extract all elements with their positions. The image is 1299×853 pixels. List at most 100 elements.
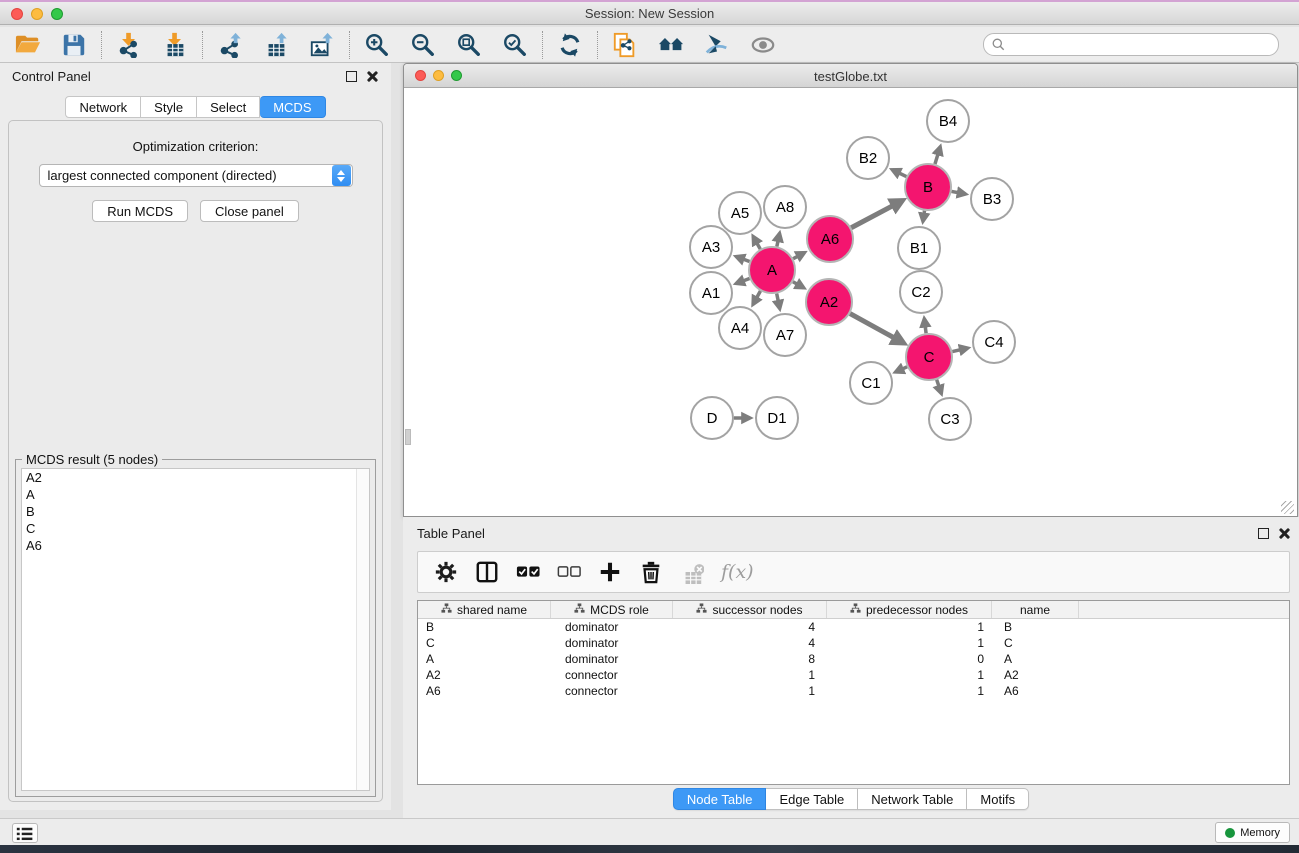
network-window-titlebar[interactable]: testGlobe.txt bbox=[404, 64, 1297, 88]
table-cell[interactable]: 1 bbox=[827, 636, 992, 650]
table-row[interactable]: Bdominator41B bbox=[418, 619, 1289, 635]
column-header-successor-nodes[interactable]: successor nodes bbox=[673, 601, 827, 618]
mcds-result-item[interactable]: A6 bbox=[22, 537, 369, 554]
add-column-icon[interactable] bbox=[598, 557, 622, 587]
delete-column-icon[interactable] bbox=[639, 557, 663, 587]
show-hide-icon[interactable] bbox=[745, 30, 781, 60]
graph-node-A8[interactable]: A8 bbox=[764, 186, 806, 228]
table-cell[interactable]: 1 bbox=[673, 684, 827, 698]
graph-node-A1[interactable]: A1 bbox=[690, 272, 732, 314]
graph-node-C4[interactable]: C4 bbox=[973, 321, 1015, 363]
task-history-button[interactable] bbox=[12, 823, 38, 843]
table-cell[interactable]: A bbox=[992, 652, 1079, 666]
table-cell[interactable]: dominator bbox=[551, 652, 673, 666]
graph-edge-A6-B[interactable] bbox=[851, 201, 902, 228]
search-input[interactable] bbox=[1010, 38, 1270, 52]
tab-network-table[interactable]: Network Table bbox=[858, 788, 967, 810]
toggle-graphics-details-icon[interactable] bbox=[699, 30, 735, 60]
optimization-criterion-select[interactable]: largest connected component (directed) bbox=[39, 164, 353, 187]
tab-style[interactable]: Style bbox=[141, 96, 197, 118]
zoom-out-icon[interactable] bbox=[405, 30, 441, 60]
table-cell[interactable]: connector bbox=[551, 668, 673, 682]
graph-edge-A-A2[interactable] bbox=[793, 282, 804, 288]
graph-node-B4[interactable]: B4 bbox=[927, 100, 969, 142]
tab-motifs[interactable]: Motifs bbox=[967, 788, 1029, 810]
graph-edge-A2-C[interactable] bbox=[850, 314, 904, 343]
graph-edge-C-C3[interactable] bbox=[937, 380, 942, 394]
tab-network[interactable]: Network bbox=[65, 96, 141, 118]
table-cell[interactable]: 1 bbox=[827, 620, 992, 634]
graph-edge-A-A7[interactable] bbox=[777, 294, 780, 309]
mcds-result-item[interactable]: A2 bbox=[22, 469, 369, 486]
graph-node-A2[interactable]: A2 bbox=[806, 279, 852, 325]
tab-node-table[interactable]: Node Table bbox=[673, 788, 767, 810]
graph-node-C[interactable]: C bbox=[906, 334, 952, 380]
table-cell[interactable]: dominator bbox=[551, 636, 673, 650]
table-settings-icon[interactable] bbox=[434, 557, 458, 587]
refresh-icon[interactable] bbox=[552, 30, 588, 60]
column-header-name[interactable]: name bbox=[992, 601, 1079, 618]
result-scrollbar[interactable] bbox=[356, 469, 369, 790]
graph-edge-B-B4[interactable] bbox=[935, 147, 940, 164]
table-cell[interactable]: 4 bbox=[673, 620, 827, 634]
graph-node-A7[interactable]: A7 bbox=[764, 314, 806, 356]
table-cell[interactable]: C bbox=[992, 636, 1079, 650]
graph-edge-B-B3[interactable] bbox=[952, 191, 966, 194]
search-box[interactable] bbox=[983, 33, 1279, 56]
table-row[interactable]: A6connector11A6 bbox=[418, 683, 1289, 699]
export-table-icon[interactable] bbox=[258, 30, 294, 60]
node-table[interactable]: shared nameMCDS rolesuccessor nodesprede… bbox=[417, 600, 1290, 785]
graph-node-C3[interactable]: C3 bbox=[929, 398, 971, 440]
close-panel-icon[interactable] bbox=[366, 70, 379, 83]
table-cell[interactable]: 8 bbox=[673, 652, 827, 666]
window-resize-grip[interactable] bbox=[1281, 501, 1294, 514]
graph-edge-A-A4[interactable] bbox=[753, 291, 760, 304]
table-cell[interactable]: 4 bbox=[673, 636, 827, 650]
float-panel-icon[interactable] bbox=[346, 71, 357, 82]
tab-edge-table[interactable]: Edge Table bbox=[766, 788, 858, 810]
graph-node-B[interactable]: B bbox=[905, 164, 951, 210]
graph-node-A3[interactable]: A3 bbox=[690, 226, 732, 268]
graph-node-C1[interactable]: C1 bbox=[850, 362, 892, 404]
graph-edge-C-C4[interactable] bbox=[952, 348, 967, 352]
close-panel-button[interactable]: Close panel bbox=[200, 200, 299, 222]
export-network-icon[interactable] bbox=[212, 30, 248, 60]
column-header-shared-name[interactable]: shared name bbox=[418, 601, 551, 618]
table-cell[interactable]: C bbox=[418, 636, 551, 650]
deselect-all-icon[interactable] bbox=[557, 557, 581, 587]
graph-edge-B-B2[interactable] bbox=[892, 170, 906, 177]
open-session-icon[interactable] bbox=[10, 30, 46, 60]
table-row[interactable]: Adominator80A bbox=[418, 651, 1289, 667]
home-icon[interactable] bbox=[653, 30, 689, 60]
graph-node-A6[interactable]: A6 bbox=[807, 216, 853, 262]
run-mcds-button[interactable]: Run MCDS bbox=[92, 200, 188, 222]
select-all-icon[interactable] bbox=[516, 557, 540, 587]
table-cell[interactable]: dominator bbox=[551, 620, 673, 634]
graph-node-B2[interactable]: B2 bbox=[847, 137, 889, 179]
table-cell[interactable]: A6 bbox=[418, 684, 551, 698]
import-network-icon[interactable] bbox=[111, 30, 147, 60]
graph-node-B3[interactable]: B3 bbox=[971, 178, 1013, 220]
mcds-result-item[interactable]: A bbox=[22, 486, 369, 503]
float-table-panel-icon[interactable] bbox=[1258, 528, 1269, 539]
graph-node-D[interactable]: D bbox=[691, 397, 733, 439]
table-row[interactable]: A2connector11A2 bbox=[418, 667, 1289, 683]
duplicate-network-icon[interactable] bbox=[607, 30, 643, 60]
graph-edge-A-A1[interactable] bbox=[736, 278, 749, 283]
graph-edge-A-A5[interactable] bbox=[753, 237, 760, 250]
graph-node-A5[interactable]: A5 bbox=[719, 192, 761, 234]
table-row[interactable]: Cdominator41C bbox=[418, 635, 1289, 651]
save-session-icon[interactable] bbox=[56, 30, 92, 60]
column-header-predecessor-nodes[interactable]: predecessor nodes bbox=[827, 601, 992, 618]
graph-edge-C-C2[interactable] bbox=[924, 319, 926, 333]
table-cell[interactable]: A2 bbox=[418, 668, 551, 682]
mcds-result-item[interactable]: B bbox=[22, 503, 369, 520]
graph-node-B1[interactable]: B1 bbox=[898, 227, 940, 269]
zoom-fit-icon[interactable] bbox=[451, 30, 487, 60]
table-cell[interactable]: A6 bbox=[992, 684, 1079, 698]
graph-edge-A-A6[interactable] bbox=[793, 253, 804, 259]
graph-edge-A-A3[interactable] bbox=[736, 257, 749, 262]
table-cell[interactable]: B bbox=[418, 620, 551, 634]
canvas-scroll-nub[interactable] bbox=[405, 429, 411, 445]
table-cell[interactable]: 1 bbox=[827, 668, 992, 682]
